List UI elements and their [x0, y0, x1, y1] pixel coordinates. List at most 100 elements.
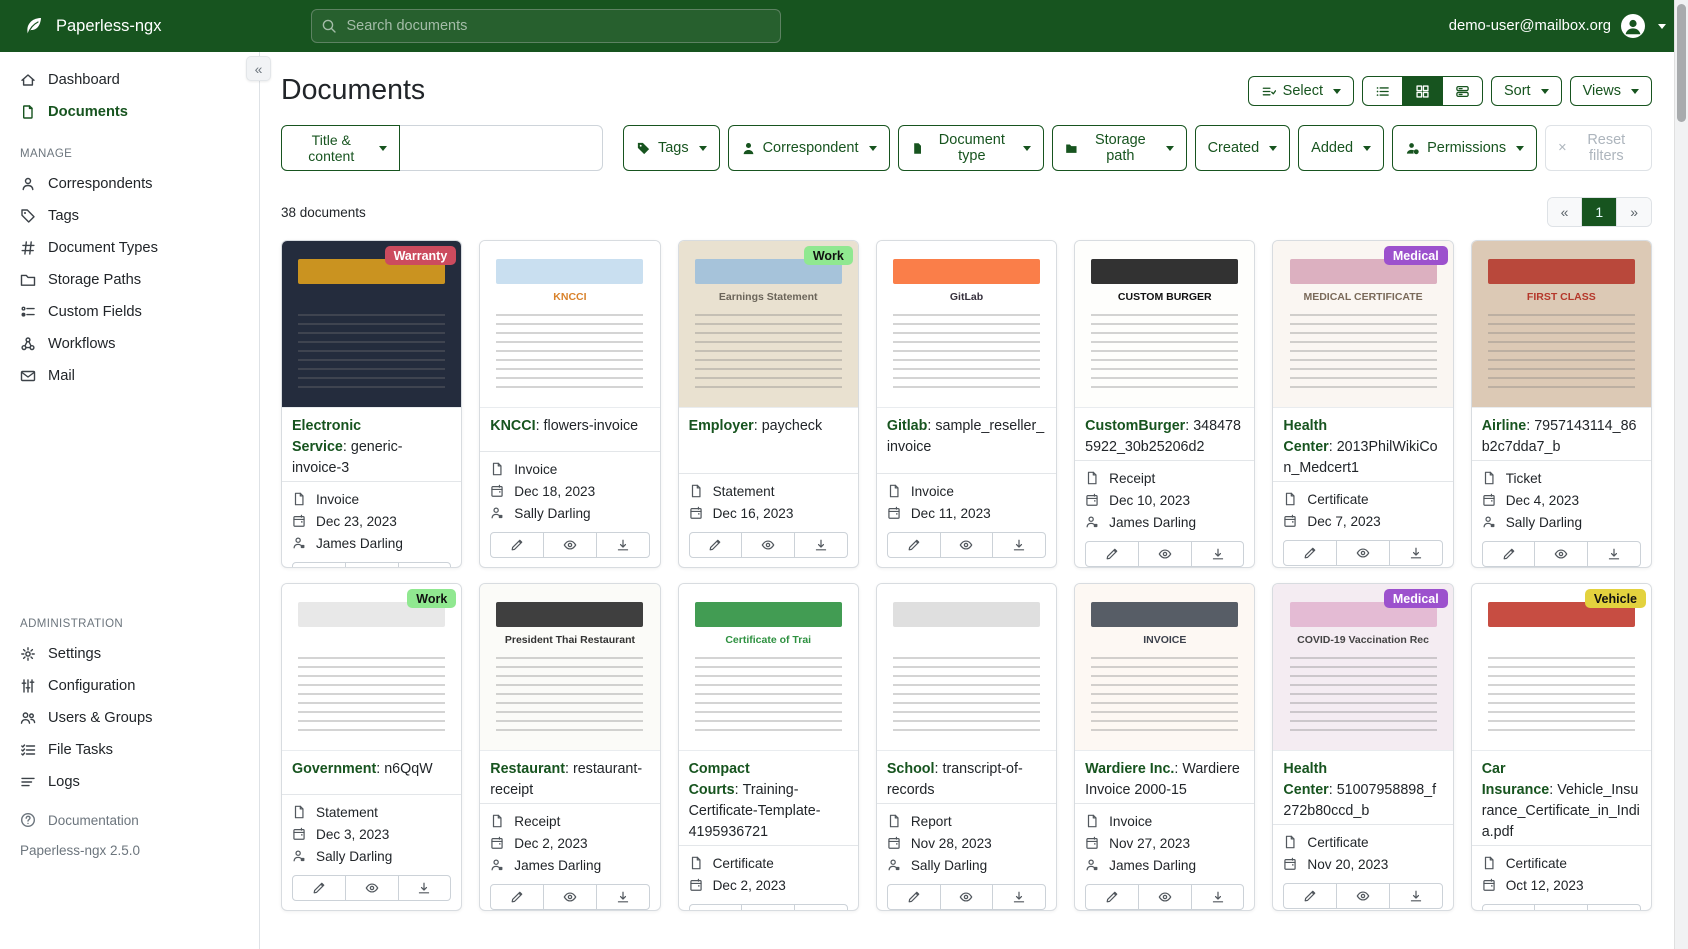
sidebar-item[interactable]: Mail	[0, 360, 259, 392]
document-title[interactable]: Gitlab:sample_reseller_invoice	[877, 408, 1056, 460]
document-title[interactable]: Government:n6QqW	[282, 751, 461, 782]
sidebar-item[interactable]: File Tasks	[0, 734, 259, 766]
vertical-scrollbar[interactable]	[1674, 0, 1688, 949]
document-date[interactable]: Nov 27, 2023	[1085, 834, 1244, 852]
edit-button[interactable]	[1482, 904, 1536, 911]
document-date[interactable]: Dec 10, 2023	[1085, 491, 1244, 509]
document-correspondent[interactable]: Health Center	[1283, 418, 1328, 455]
download-button[interactable]	[1587, 541, 1641, 567]
download-button[interactable]	[596, 884, 650, 910]
document-date[interactable]: Dec 11, 2023	[887, 504, 1046, 522]
document-date[interactable]: Dec 16, 2023	[689, 504, 848, 522]
view-button[interactable]	[543, 532, 597, 558]
document-thumbnail[interactable]	[877, 584, 1056, 751]
document-date[interactable]: Dec 2, 2023	[689, 876, 848, 894]
document-thumbnail[interactable]: Warranty	[282, 241, 461, 408]
view-button[interactable]	[940, 532, 994, 558]
document-type-link[interactable]: Certificate	[1283, 490, 1442, 508]
view-button[interactable]	[1534, 904, 1588, 911]
document-title[interactable]: Restaurant:restaurant-receipt	[480, 751, 659, 803]
view-grid-button[interactable]	[1402, 76, 1443, 106]
sidebar-item[interactable]: Settings	[0, 638, 259, 670]
document-owner[interactable]: Sally Darling	[292, 847, 451, 865]
document-card[interactable]: MEDICAL CERTIFICATE Medical Health Cente…	[1272, 240, 1453, 568]
sidebar-item[interactable]: Correspondents	[0, 168, 259, 200]
view-list-button[interactable]	[1362, 76, 1403, 106]
document-owner[interactable]: James Darling	[1085, 856, 1244, 874]
document-type-link[interactable]: Certificate	[1482, 854, 1641, 872]
document-correspondent[interactable]: Restaurant	[490, 761, 565, 777]
document-title[interactable]: Car Insurance:Vehicle_Insurance_Certific…	[1472, 751, 1651, 845]
document-date[interactable]: Nov 28, 2023	[887, 834, 1046, 852]
view-button[interactable]	[1336, 540, 1390, 566]
sidebar-item[interactable]: Dashboard	[0, 64, 259, 96]
view-button[interactable]	[741, 904, 795, 911]
edit-button[interactable]	[689, 904, 743, 911]
document-card[interactable]: COVID-19 Vaccination Rec Medical Health …	[1272, 583, 1453, 911]
view-button[interactable]	[940, 884, 994, 910]
download-button[interactable]	[398, 875, 452, 901]
document-thumbnail[interactable]: Vehicle	[1472, 584, 1651, 751]
pagination-prev-button[interactable]: «	[1548, 198, 1582, 226]
document-title[interactable]: Health Center:2013PhilWikiCon_Medcert1	[1273, 408, 1452, 481]
tag-badge[interactable]: Vehicle	[1585, 589, 1646, 608]
filter-created-button[interactable]: Created	[1195, 125, 1291, 171]
document-owner[interactable]: Sally Darling	[490, 504, 649, 522]
document-card[interactable]: Certificate of Trai Compact Courts:Train…	[678, 583, 859, 911]
user-menu[interactable]: demo-user@mailbox.org	[1449, 13, 1666, 39]
document-type-link[interactable]: Invoice	[490, 460, 649, 478]
document-type-link[interactable]: Ticket	[1482, 469, 1641, 487]
document-date[interactable]: Dec 2, 2023	[490, 834, 649, 852]
document-type-link[interactable]: Invoice	[1085, 812, 1244, 830]
filter-correspondent-button[interactable]: Correspondent	[728, 125, 890, 171]
edit-button[interactable]	[292, 562, 346, 568]
filter-field-selector-button[interactable]: Title & content	[281, 125, 400, 171]
download-button[interactable]	[1389, 883, 1443, 909]
document-type-link[interactable]: Receipt	[490, 812, 649, 830]
tag-badge[interactable]: Medical	[1384, 246, 1448, 265]
search-input[interactable]	[311, 9, 781, 43]
tag-badge[interactable]: Work	[804, 246, 853, 265]
document-correspondent[interactable]: Car Insurance	[1482, 761, 1550, 798]
document-card[interactable]: KNCCI KNCCI:flowers-invoice Invoice	[479, 240, 660, 568]
document-correspondent[interactable]: Gitlab	[887, 418, 928, 434]
filter-permissions-button[interactable]: Permissions	[1392, 125, 1537, 171]
document-title[interactable]: Health Center:51007958898_f272b80ccd_b	[1273, 751, 1452, 824]
edit-button[interactable]	[490, 532, 544, 558]
tag-badge[interactable]: Work	[407, 589, 456, 608]
document-thumbnail[interactable]: INVOICE	[1075, 584, 1254, 751]
view-button[interactable]	[543, 884, 597, 910]
filter-text-input[interactable]	[400, 125, 603, 171]
document-owner[interactable]: James Darling	[490, 856, 649, 874]
download-button[interactable]	[992, 532, 1046, 558]
document-thumbnail[interactable]: GitLab	[877, 241, 1056, 408]
select-button[interactable]: Select	[1248, 76, 1354, 106]
filter-added-button[interactable]: Added	[1298, 125, 1384, 171]
document-title[interactable]: Airline:7957143114_86b2c7dda7_b	[1472, 408, 1651, 460]
document-card[interactable]: GitLab Gitlab:sample_reseller_invoice In…	[876, 240, 1057, 568]
edit-button[interactable]	[490, 884, 544, 910]
edit-button[interactable]	[1283, 540, 1337, 566]
document-date[interactable]: Dec 23, 2023	[292, 512, 451, 530]
view-detail-button[interactable]	[1442, 76, 1483, 106]
document-thumbnail[interactable]: President Thai Restaurant	[480, 584, 659, 751]
download-button[interactable]	[794, 904, 848, 911]
document-date[interactable]: Nov 20, 2023	[1283, 855, 1442, 873]
edit-button[interactable]	[1283, 883, 1337, 909]
document-type-link[interactable]: Invoice	[887, 482, 1046, 500]
document-card[interactable]: Earnings Statement Work Employer:paychec…	[678, 240, 859, 568]
view-button[interactable]	[1534, 541, 1588, 567]
sort-button[interactable]: Sort	[1491, 76, 1562, 106]
document-title[interactable]: School:transcript-of-records	[877, 751, 1056, 803]
tag-badge[interactable]: Medical	[1384, 589, 1448, 608]
download-button[interactable]	[794, 532, 848, 558]
document-date[interactable]: Dec 7, 2023	[1283, 512, 1442, 530]
edit-button[interactable]	[292, 875, 346, 901]
document-correspondent[interactable]: KNCCI	[490, 418, 535, 434]
edit-button[interactable]	[887, 884, 941, 910]
sidebar-item[interactable]: Document Types	[0, 232, 259, 264]
document-type-link[interactable]: Statement	[689, 482, 848, 500]
document-title[interactable]: CustomBurger:3484785922_30b25206d2	[1075, 408, 1254, 460]
document-type-link[interactable]: Certificate	[1283, 833, 1442, 851]
scrollbar-thumb[interactable]	[1677, 4, 1686, 122]
